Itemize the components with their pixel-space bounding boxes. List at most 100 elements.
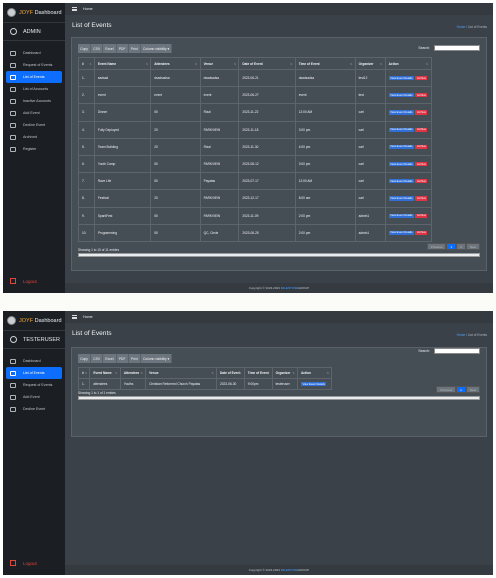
column-header-time[interactable]: Time of Event ⇅ <box>243 367 273 379</box>
breadcrumb: Home / List of Events <box>457 333 487 337</box>
view-event-details-button[interactable]: View Event Details <box>388 179 414 184</box>
column-header-label: Attendees <box>123 371 140 375</box>
column-header-organizer[interactable]: Organizer ⇅ <box>354 57 386 70</box>
logout-icon <box>10 560 16 566</box>
events-card: Copy CSV Excel PDF Print Column visibili… <box>71 37 487 271</box>
view-event-details-button[interactable]: View Event Details <box>388 161 414 167</box>
column-header-attendees[interactable]: Attendees ⇅ <box>119 367 147 379</box>
topbar-home-link[interactable]: Home <box>83 7 93 11</box>
column-visibility-button[interactable]: Column visibility ▾ <box>140 354 173 363</box>
menu-toggle-icon[interactable] <box>72 315 77 319</box>
sidebar-item-dashboard[interactable]: Dashboard <box>3 47 65 59</box>
pagination-page-1[interactable]: 1 <box>446 243 457 250</box>
csv-button[interactable]: CSV <box>91 354 104 363</box>
footer-link[interactable]: MILESTONE <box>281 286 298 290</box>
column-header-number[interactable]: # ⇅ <box>78 57 95 70</box>
pagination-previous[interactable]: Previous <box>426 243 447 250</box>
pagination-next[interactable]: Next <box>465 386 480 393</box>
copy-button[interactable]: Copy <box>78 44 92 53</box>
copy-button[interactable]: Copy <box>78 354 92 363</box>
menu-toggle-icon[interactable] <box>72 7 77 11</box>
breadcrumb-home[interactable]: Home <box>457 25 466 29</box>
archive-event-button[interactable]: Archive <box>415 110 428 115</box>
sidebar-item-archived[interactable]: Archived <box>3 131 65 143</box>
print-button[interactable]: Print <box>128 44 141 53</box>
archive-event-button[interactable]: Archive <box>415 179 428 184</box>
breadcrumb-home[interactable]: Home <box>457 333 466 337</box>
page-gap <box>0 293 496 311</box>
archive-event-button[interactable]: Archive <box>415 196 428 201</box>
sidebar-item-request-of-events[interactable]: Request of Events <box>3 379 65 391</box>
column-header-number[interactable]: # ⇅ <box>77 367 91 379</box>
print-button[interactable]: Print <box>128 354 141 363</box>
csv-button[interactable]: CSV <box>91 44 104 53</box>
cell-event-name: Programming <box>93 223 152 242</box>
horizontal-scrollbar[interactable] <box>78 253 480 257</box>
sort-icon: ⇅ <box>140 371 144 375</box>
pdf-button[interactable]: PDF <box>116 44 129 53</box>
user-name: TESTERUSER <box>23 336 60 343</box>
archive-event-button[interactable]: Archive <box>415 144 428 149</box>
column-header-date[interactable]: Date of Event ⇅ <box>238 57 296 70</box>
brand[interactable]: JOYF Dashboard <box>3 3 65 23</box>
column-header-date[interactable]: Date of Event ⇅ <box>215 367 245 379</box>
logout-button[interactable]: Logout <box>10 278 37 284</box>
view-event-details-button[interactable]: View Event Details <box>388 110 414 115</box>
search-label: Search: <box>418 349 430 353</box>
sidebar-item-register[interactable]: Register <box>3 143 65 155</box>
sidebar-item-add-event[interactable]: Add Event <box>3 107 65 119</box>
sidebar-item-list-of-accounts[interactable]: List of Accounts <box>3 83 65 95</box>
excel-button[interactable]: Excel <box>103 354 117 363</box>
search-input[interactable] <box>434 45 480 51</box>
sidebar-item-dashboard[interactable]: Dashboard <box>3 355 65 367</box>
column-visibility-button[interactable]: Column visibility ▾ <box>140 44 173 53</box>
pagination-page-2[interactable]: 2 <box>456 243 466 250</box>
archive-event-button[interactable]: Archive <box>415 161 428 167</box>
footer-link[interactable]: MILESTONE <box>281 568 298 572</box>
users-icon <box>10 86 16 92</box>
column-header-organizer[interactable]: Organizer ⇅ <box>271 367 298 379</box>
column-header-time[interactable]: Time of Event ⇅ <box>294 57 356 70</box>
archive-event-button[interactable]: Archive <box>415 127 428 132</box>
archive-event-button[interactable]: Archive <box>415 213 428 218</box>
view-event-details-button[interactable]: View Event Details <box>388 230 414 235</box>
logout-button[interactable]: Logout <box>10 560 37 566</box>
cell-organizer: carl <box>354 154 386 174</box>
user-panel[interactable]: TESTERUSER <box>3 331 65 349</box>
archive-event-button[interactable]: Archive <box>415 230 428 235</box>
view-event-details-button[interactable]: View Event Details <box>388 93 414 98</box>
brand[interactable]: JOYF Dashboard <box>3 311 65 331</box>
column-header-action[interactable]: Action ⇅ <box>384 57 432 70</box>
search-input[interactable] <box>434 348 480 354</box>
column-header-action[interactable]: Action ⇅ <box>296 367 333 379</box>
archive-event-button[interactable]: Archive <box>415 76 428 81</box>
pagination-next[interactable]: Next <box>465 243 480 250</box>
sidebar-item-decline-event[interactable]: Decline Event <box>3 403 65 415</box>
view-event-details-button[interactable]: View Event Details <box>388 196 414 201</box>
sidebar-item-list-of-events[interactable]: List of Events <box>6 367 62 379</box>
sidebar-item-inactive-accounts[interactable]: Inactive Accounts <box>3 95 65 107</box>
column-header-attendees[interactable]: Attendees ⇅ <box>150 57 201 70</box>
pdf-button[interactable]: PDF <box>116 354 129 363</box>
view-event-details-button[interactable]: View Event Details <box>388 213 414 218</box>
sidebar-item-request-of-events[interactable]: Request of Events <box>3 59 65 71</box>
horizontal-scrollbar[interactable] <box>78 396 480 400</box>
column-header-event-name[interactable]: Event Name ⇅ <box>89 367 121 379</box>
column-header-event-name[interactable]: Event Name ⇅ <box>93 57 152 70</box>
breadcrumb-current: List of Events <box>467 25 487 29</box>
column-header-venue[interactable]: Venue ⇅ <box>145 367 217 379</box>
view-event-details-button[interactable]: View Event Details <box>388 144 414 149</box>
view-event-details-button[interactable]: View Event Details <box>300 381 327 387</box>
user-panel[interactable]: ADMIN <box>3 23 65 41</box>
view-event-details-button[interactable]: View Event Details <box>388 127 414 132</box>
sidebar-item-list-of-events[interactable]: List of Events <box>6 71 62 83</box>
pagination-previous[interactable]: Previous <box>436 386 457 393</box>
topbar-home-link[interactable]: Home <box>83 315 93 319</box>
sidebar-item-decline-event[interactable]: Decline Event <box>3 119 65 131</box>
archive-event-button[interactable]: Archive <box>415 93 428 98</box>
view-event-details-button[interactable]: View Event Details <box>388 76 414 81</box>
excel-button[interactable]: Excel <box>103 44 117 53</box>
sidebar-item-add-event[interactable]: Add Event <box>3 391 65 403</box>
column-header-venue[interactable]: Venue ⇅ <box>199 57 240 70</box>
pagination-page-1[interactable]: 1 <box>456 386 466 393</box>
